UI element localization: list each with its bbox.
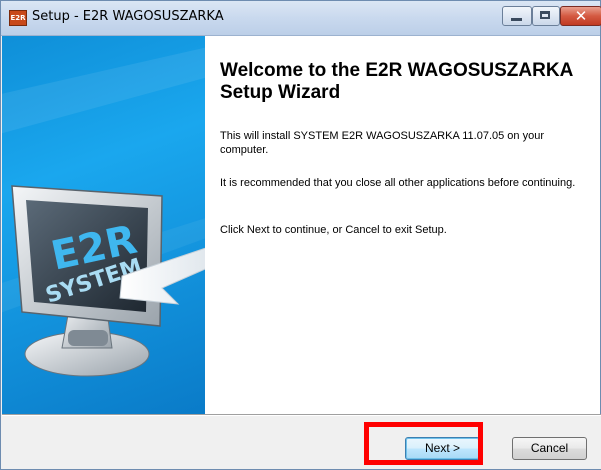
- maximize-button[interactable]: [532, 6, 560, 26]
- continue-instruction: Click Next to continue, or Cancel to exi…: [220, 224, 447, 236]
- app-icon: E2R: [9, 10, 27, 26]
- install-description: This will install SYSTEM E2R WAGOSUSZARK…: [220, 130, 545, 156]
- minimize-button[interactable]: [502, 6, 532, 26]
- monitor-illustration: E2R SYSTEM: [2, 47, 205, 377]
- next-button[interactable]: Next >: [405, 437, 480, 460]
- maximize-icon: [540, 11, 550, 19]
- wizard-side-image: E2R SYSTEM: [2, 36, 205, 414]
- close-apps-recommendation: It is recommended that you close all oth…: [220, 177, 576, 189]
- cancel-button[interactable]: Cancel: [512, 437, 587, 460]
- minimize-icon: [511, 18, 522, 21]
- welcome-panel: Welcome to the E2R WAGOSUSZARKA Setup Wi…: [205, 36, 600, 414]
- welcome-title: Welcome to the E2R WAGOSUSZARKA Setup Wi…: [220, 60, 573, 103]
- close-icon: ✕: [574, 7, 588, 25]
- window-title: Setup - E2R WAGOSUSZARKA: [32, 9, 224, 24]
- close-button[interactable]: ✕: [560, 6, 601, 26]
- title-bar[interactable]: E2R Setup - E2R WAGOSUSZARKA ✕: [1, 1, 601, 36]
- setup-window: E2R Setup - E2R WAGOSUSZARKA ✕ E2R SYSTE…: [0, 0, 601, 470]
- button-bar: Next > Cancel: [2, 416, 601, 469]
